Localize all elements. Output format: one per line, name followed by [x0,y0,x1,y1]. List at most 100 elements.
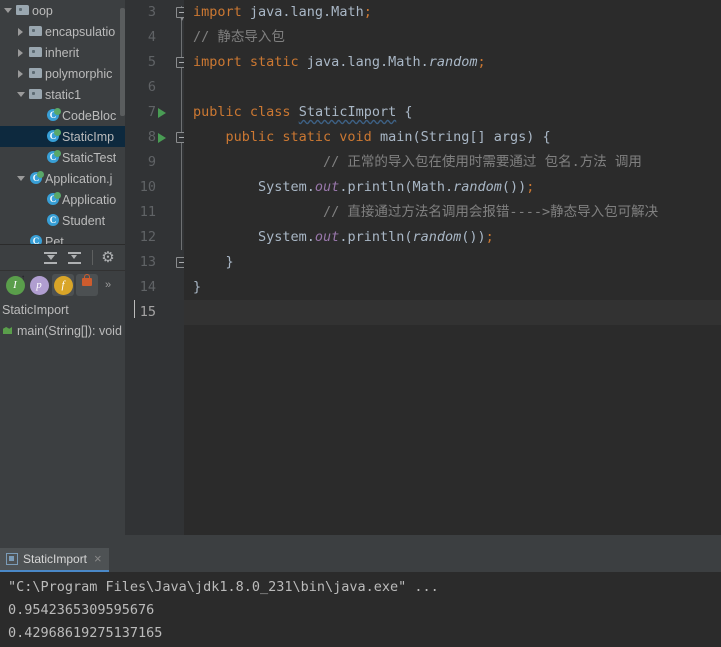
line-number: 12 [139,229,156,245]
tree-item-oop[interactable]: oop [0,0,125,21]
line-number: 8 [147,129,156,145]
expand-all-button[interactable] [40,247,62,269]
gutter-line: 10 [125,175,184,200]
tree-item-label: polymorphic [45,66,113,81]
java-class-run-icon [45,147,62,168]
up-arrow-icon: ↑ [21,273,25,282]
tree-item-label: Pet [45,234,64,245]
tree-item-application-java[interactable]: Application.j [0,168,125,189]
console-output-line: "C:\Program Files\Java\jdk1.8.0_231\bin\… [8,576,721,599]
properties-icon: p [29,275,49,295]
toolbar-divider [92,250,93,265]
tree-item-statictest[interactable]: StaticTest [0,147,125,168]
line-number: 7 [147,104,156,120]
line-number-current: 15 [139,304,156,320]
code-line: } [193,279,202,295]
tree-item-label: static1 [45,87,82,102]
structure-toolbar: ⚙ [0,244,125,270]
structure-tree[interactable]: StaticImport main(String[]): void [0,299,125,535]
tree-item-polymorphic[interactable]: polymorphic [0,63,125,84]
show-inherited-button[interactable]: I ↑ [4,273,26,296]
code-line: import static java.lang.Math.random; [193,54,486,70]
project-tree[interactable]: oop encapsulatio inherit polymorphic sta… [0,0,125,244]
gutter-line: 6 [125,75,184,100]
console-tab-staticimport[interactable]: StaticImport × [0,548,109,572]
tree-item-label: Student [62,213,106,228]
tree-item-static1[interactable]: static1 [0,84,125,105]
code-line: public class StaticImport { [193,104,413,120]
run-tool-window: StaticImport × "C:\Program Files\Java\jd… [0,535,721,647]
chevron-right-icon[interactable] [15,21,28,42]
line-number: 10 [139,179,156,195]
line-number: 6 [147,79,156,95]
gutter-line: 12 [125,225,184,250]
fields-icon: f [53,275,73,295]
structure-item-staticimport[interactable]: StaticImport [0,299,125,320]
folder-icon [15,0,32,21]
structure-item-label: StaticImport [2,302,69,317]
line-number: 14 [139,279,156,295]
code-line-current [184,300,721,325]
tree-item-label: Application.j [45,171,113,186]
collapse-all-button[interactable] [64,247,86,269]
code-line: // 正常的导入包在使用时需要通过 包名.方法 调用 [258,154,642,170]
chevron-down-icon[interactable] [15,84,28,105]
gutter-line: 4 [125,25,184,50]
tree-item-label: StaticTest [62,150,117,165]
tree-item-staticimport[interactable]: StaticImp [0,126,125,147]
java-class-run-icon [45,126,62,147]
structure-item-main[interactable]: main(String[]): void [0,320,125,341]
java-class-run-icon [45,189,62,210]
line-number: 5 [147,54,156,70]
gutter-line: 8 [125,125,187,150]
tree-item-encapsulation[interactable]: encapsulatio [0,21,125,42]
structure-filter-toolbar: I ↑ p f » [0,270,125,299]
code-line: System.out.println(Math.random()); [193,179,535,195]
more-options-button[interactable]: » [100,274,116,296]
run-method-gutter-icon[interactable] [158,133,166,143]
tree-item-codeblock[interactable]: CodeBloc [0,105,125,126]
java-class-run-icon [45,105,62,126]
code-text-area[interactable]: import java.lang.Math; // 静态导入包 import s… [184,0,721,535]
tree-item-pet[interactable]: Pet [0,231,125,244]
line-number: 13 [139,254,156,270]
code-editor[interactable]: 3 4 5 6 7 8 9 10 11 12 13 14 15 import j… [125,0,721,535]
settings-button[interactable]: ⚙ [97,247,119,269]
show-fields-button[interactable]: f [52,274,74,296]
tree-item-label: encapsulatio [45,24,116,39]
chevron-down-icon[interactable] [15,168,28,189]
code-line: public static void main(String[] args) { [225,129,551,145]
folder-icon [28,84,45,105]
console-tab-label: StaticImport [23,552,88,566]
line-number: 4 [147,29,156,45]
console-icon [6,553,18,565]
chevron-right-icon[interactable] [15,63,28,84]
folder-icon [28,63,45,84]
tree-item-label: StaticImp [62,129,115,144]
tree-item-label: inherit [45,45,80,60]
gutter-line: 9 [125,150,184,175]
tree-item-student[interactable]: Student [0,210,125,231]
console-output-line: 0.9542365309595676 [8,602,155,618]
java-class-icon [45,210,62,231]
console-output[interactable]: "C:\Program Files\Java\jdk1.8.0_231\bin\… [0,572,721,647]
tree-item-application[interactable]: Applicatio [0,189,125,210]
close-icon[interactable]: × [94,552,102,565]
gutter-line: 13 [125,250,187,275]
chevron-right-icon[interactable] [15,42,28,63]
gutter-line: 14 [125,275,184,300]
text-caret [134,300,135,318]
show-non-public-button[interactable] [76,274,98,296]
lock-icon [82,274,92,286]
tree-item-inherit[interactable]: inherit [0,42,125,63]
gutter-line: 5 [125,50,187,75]
chevron-down-icon[interactable] [2,0,15,21]
gutter-line: 11 [125,200,184,225]
run-class-gutter-icon[interactable] [158,108,166,118]
gutter-line: 3 [125,0,187,25]
show-properties-button[interactable]: p [28,274,50,296]
tree-item-label: Applicatio [62,192,117,207]
code-line: import java.lang.Math; [193,4,372,20]
editor-gutter[interactable]: 3 4 5 6 7 8 9 10 11 12 13 14 15 [125,0,187,535]
